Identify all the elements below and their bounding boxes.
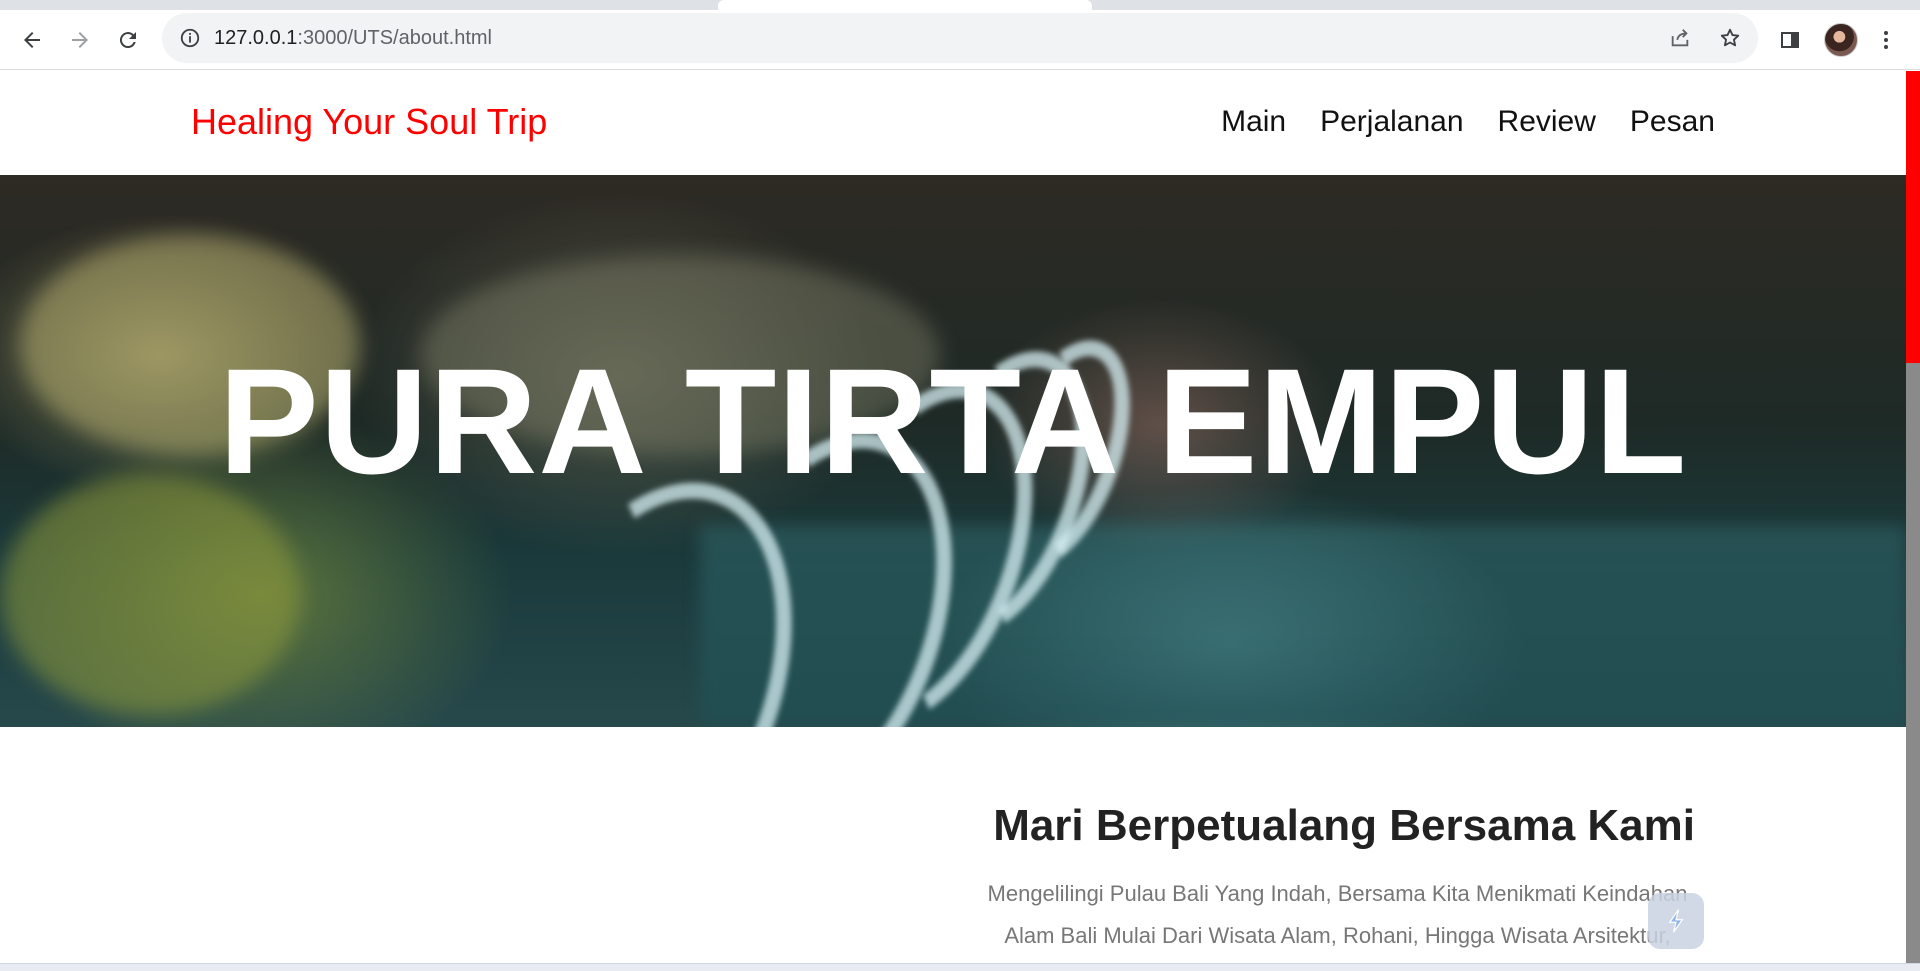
brand-logo-link[interactable]: Healing Your Soul Trip — [191, 101, 547, 143]
back-arrow-icon[interactable] — [14, 22, 50, 58]
site-header: Healing Your Soul Trip Main Perjalanan R… — [0, 71, 1906, 175]
info-icon[interactable] — [178, 26, 202, 50]
url-text[interactable]: 127.0.0.1:3000/UTS/about.html — [214, 27, 492, 50]
hero-image: PURA TIRTA EMPUL — [0, 175, 1906, 727]
browser-toolbar: 127.0.0.1:3000/UTS/about.html — [0, 10, 1920, 70]
nav-link-pesan[interactable]: Pesan — [1630, 105, 1715, 139]
about-title: Mari Berpetualang Bersama Kami — [993, 801, 1695, 850]
hero-foliage — [0, 475, 300, 715]
nav-link-review[interactable]: Review — [1498, 105, 1596, 139]
scrollbar-accent — [1906, 71, 1920, 363]
reload-icon[interactable] — [110, 22, 146, 58]
share-icon[interactable] — [1668, 26, 1692, 50]
menu-dots-icon[interactable] — [1868, 22, 1904, 58]
floating-extension-icon[interactable] — [1648, 893, 1704, 949]
about-section: Mari Berpetualang Bersama Kami Mengelili… — [950, 801, 1695, 957]
tab-strip — [0, 0, 1920, 10]
active-tab[interactable] — [718, 0, 1092, 10]
profile-avatar[interactable] — [1824, 23, 1858, 57]
hero-title: PURA TIRTA EMPUL — [218, 337, 1688, 505]
taskbar-edge — [0, 963, 1920, 971]
site-nav: Main Perjalanan Review Pesan — [1221, 105, 1715, 139]
scrollbar-thumb[interactable] — [1906, 363, 1920, 963]
url-path: :3000/UTS/about.html — [297, 27, 492, 49]
page-scrollbar[interactable] — [1906, 71, 1920, 963]
address-bar[interactable]: 127.0.0.1:3000/UTS/about.html — [162, 13, 1758, 63]
side-panel-icon[interactable] — [1772, 22, 1808, 58]
nav-link-perjalanan[interactable]: Perjalanan — [1320, 105, 1463, 139]
page-viewport: Healing Your Soul Trip Main Perjalanan R… — [0, 71, 1906, 963]
about-text: Mengelilingi Pulau Bali Yang Indah, Bers… — [987, 881, 1688, 948]
nav-link-main[interactable]: Main — [1221, 105, 1286, 139]
forward-arrow-icon[interactable] — [62, 22, 98, 58]
url-host: 127.0.0.1 — [214, 27, 298, 49]
star-icon[interactable] — [1718, 26, 1742, 50]
